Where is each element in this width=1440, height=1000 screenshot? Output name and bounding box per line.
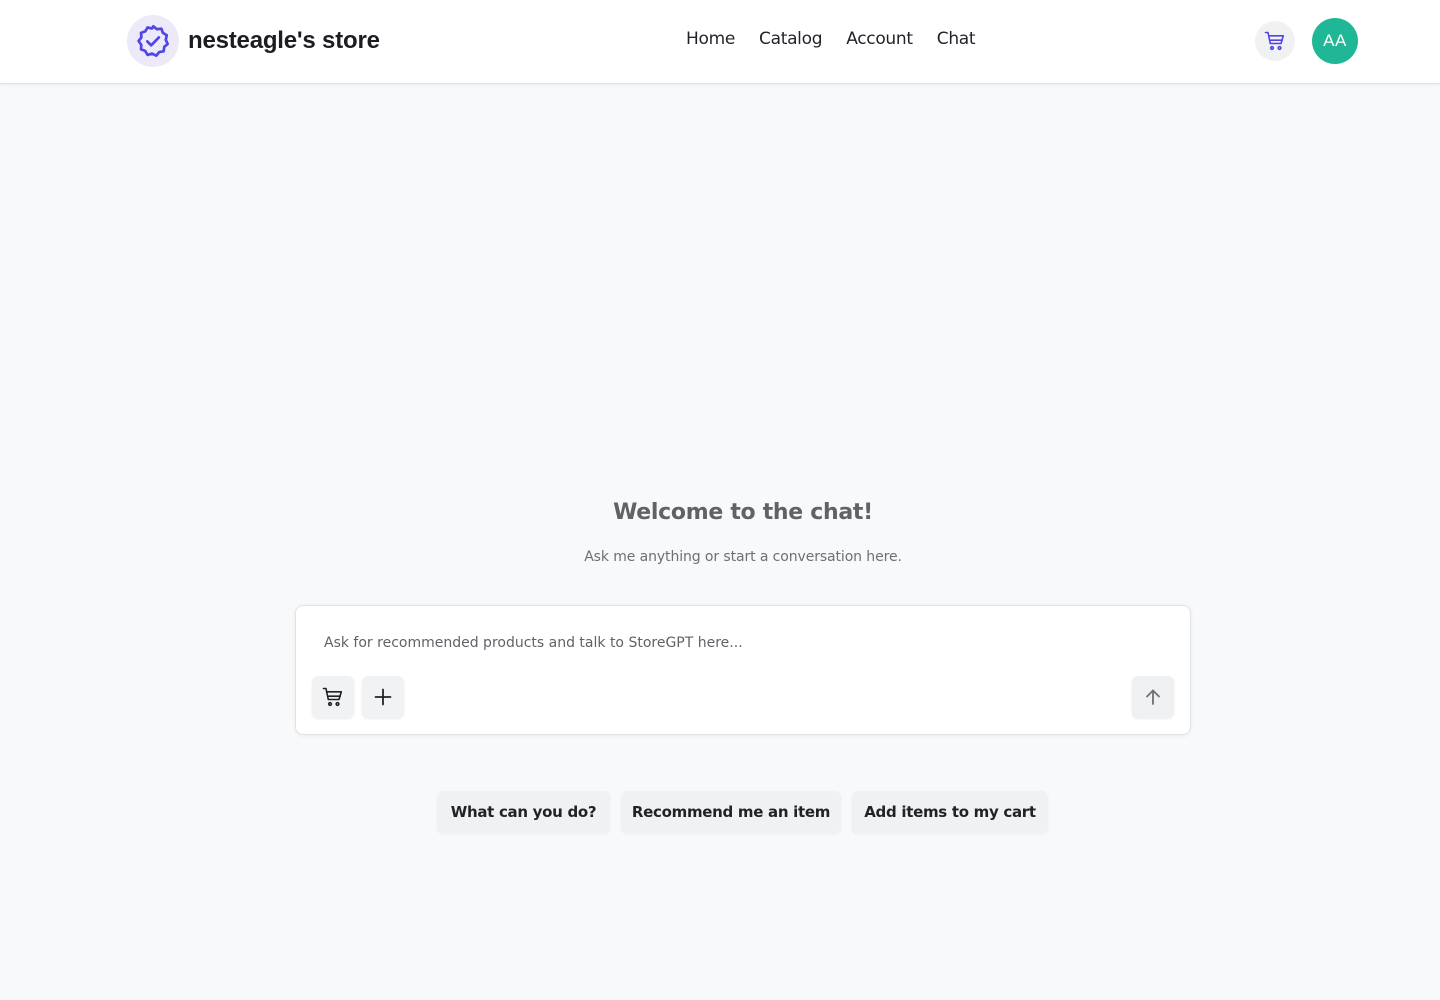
arrow-up-icon [1143,687,1163,707]
store-brand-link[interactable]: nesteagle's store [127,15,380,67]
nav-home-link[interactable]: Home [686,29,735,49]
cart-icon [321,685,345,709]
chat-welcome-subtitle: Ask me anything or start a conversation … [584,549,902,565]
chat-welcome-title: Welcome to the chat! [613,500,873,525]
cart-icon [1263,29,1287,53]
nav-chat-link[interactable]: Chat [937,29,976,49]
header-cart-button[interactable] [1255,21,1295,61]
plus-icon [373,687,393,707]
top-navbar: nesteagle's store Home Catalog Account C… [0,0,1440,84]
main-nav: Home Catalog Account Chat [686,29,976,49]
attach-cart-button[interactable] [312,676,354,718]
add-attachment-button[interactable] [362,676,404,718]
chat-composer [295,605,1191,735]
verified-badge-icon [127,15,179,67]
suggestion-what-can-you-do[interactable]: What can you do? [437,791,610,833]
store-name: nesteagle's store [188,27,380,54]
suggestion-chips: What can you do? Recommend me an item Ad… [437,791,1048,833]
send-message-button[interactable] [1132,676,1174,718]
user-avatar[interactable]: AA [1312,18,1358,64]
chat-message-input[interactable] [324,630,1144,656]
suggestion-recommend-item[interactable]: Recommend me an item [621,791,841,833]
nav-catalog-link[interactable]: Catalog [759,29,822,49]
suggestion-add-to-cart[interactable]: Add items to my cart [852,791,1048,833]
nav-account-link[interactable]: Account [846,29,913,49]
